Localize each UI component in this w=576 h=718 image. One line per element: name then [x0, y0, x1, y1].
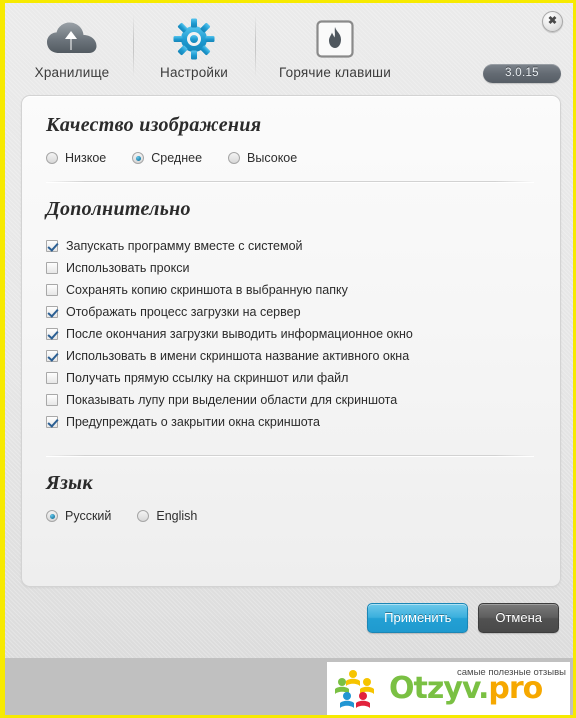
checkbox-icon-show-magnifier [46, 394, 58, 406]
close-button[interactable]: ✖ [542, 11, 563, 32]
toolbar-item-settings-label: Настройки [160, 65, 228, 80]
close-icon: ✖ [547, 15, 558, 27]
settings-window: Хранилище Настройки Горячие клавиши ✖ 3.… [0, 0, 576, 658]
quality-option-high-label: Высокое [247, 151, 298, 165]
version-badge: 3.0.15 [483, 64, 561, 83]
divider-top [46, 181, 534, 182]
option-use-proxy-label: Использовать прокси [66, 261, 190, 275]
option-use-active-window-name[interactable]: Использовать в имени скриншота название … [46, 345, 536, 367]
toolbar-item-settings[interactable]: Настройки [133, 3, 255, 91]
checkbox-icon-info-window-after-upload [46, 328, 58, 340]
option-direct-link[interactable]: Получать прямую ссылку на скриншот или ф… [46, 367, 536, 389]
language-radio-group: Русский English [46, 509, 536, 523]
checkbox-icon-use-proxy [46, 262, 58, 274]
footer-actions: Применить Отмена [5, 587, 573, 649]
option-info-window-after-upload[interactable]: После окончания загрузки выводить информ… [46, 323, 536, 345]
option-use-active-window-name-label: Использовать в имени скриншота название … [66, 349, 410, 363]
logo-text-block: самые полезные отзывы Otzyv.pro [389, 662, 570, 715]
logo-word-orange: pro [488, 671, 543, 706]
toolbar-item-storage-label: Хранилище [34, 65, 110, 80]
option-show-magnifier[interactable]: Показывать лупу при выделении области дл… [46, 389, 536, 411]
option-warn-on-close-label: Предупреждать о закрытии окна скриншота [66, 415, 320, 429]
image-quality-radio-group: Низкое Среднее Высокое [46, 151, 536, 165]
option-save-copy-label: Сохранять копию скриншота в выбранную па… [66, 283, 348, 297]
watermark-strip: самые полезные отзывы Otzyv.pro [0, 658, 576, 718]
image-quality-title: Качество изображения [46, 114, 262, 136]
option-use-proxy[interactable]: Использовать прокси [46, 257, 536, 279]
toolbar-item-hotkeys[interactable]: Горячие клавиши [255, 3, 415, 91]
option-show-upload-progress-label: Отображать процесс загрузки на сервер [66, 305, 301, 319]
checkbox-icon-warn-on-close [46, 416, 58, 428]
quality-option-low[interactable]: Низкое [46, 151, 106, 165]
checkbox-icon-autostart [46, 240, 58, 252]
logo-wordmark: Otzyv.pro [389, 671, 543, 706]
additional-title: Дополнительно [46, 198, 191, 220]
settings-panel: Качество изображения Низкое Среднее Высо… [21, 95, 561, 587]
radio-icon-medium [132, 152, 145, 164]
divider-bottom [46, 455, 534, 456]
option-info-window-after-upload-label: После окончания загрузки выводить информ… [66, 327, 413, 341]
option-direct-link-label: Получать прямую ссылку на скриншот или ф… [66, 371, 349, 385]
quality-option-high[interactable]: Высокое [228, 151, 297, 165]
option-show-upload-progress[interactable]: Отображать процесс загрузки на сервер [46, 301, 536, 323]
language-option-russian-label: Русский [65, 509, 112, 523]
cloud-upload-icon [45, 19, 99, 59]
apply-button[interactable]: Применить [367, 603, 469, 633]
top-toolbar: Хранилище Настройки Горячие клавиши ✖ 3.… [5, 3, 573, 95]
option-autostart-label: Запускать программу вместе с системой [66, 239, 303, 253]
language-option-english-label: English [156, 509, 198, 523]
language-option-english[interactable]: English [137, 509, 197, 523]
quality-option-medium-label: Среднее [151, 151, 203, 165]
radio-icon-low [46, 152, 58, 164]
option-warn-on-close[interactable]: Предупреждать о закрытии окна скриншота [46, 411, 536, 433]
otzyv-logo: самые полезные отзывы Otzyv.pro [327, 662, 570, 715]
flame-icon [315, 19, 355, 59]
people-pinwheel-icon [335, 669, 374, 708]
toolbar-item-storage[interactable]: Хранилище [11, 3, 133, 91]
checkbox-icon-use-active-window-name [46, 350, 58, 362]
option-show-magnifier-label: Показывать лупу при выделении области дл… [66, 393, 398, 407]
quality-option-medium[interactable]: Среднее [132, 151, 202, 165]
radio-icon-high [228, 152, 241, 164]
language-option-russian[interactable]: Русский [46, 509, 111, 523]
checkbox-icon-save-copy [46, 284, 58, 296]
cancel-button[interactable]: Отмена [478, 603, 559, 633]
option-save-copy[interactable]: Сохранять копию скриншота в выбранную па… [46, 279, 536, 301]
checkbox-icon-show-upload-progress [46, 306, 58, 318]
toolbar-item-hotkeys-label: Горячие клавиши [279, 65, 391, 80]
gear-icon [173, 18, 215, 60]
logo-word-green: Otzyv. [389, 671, 489, 706]
quality-option-low-label: Низкое [65, 151, 107, 165]
additional-options-list: Запускать программу вместе с системой Ис… [44, 235, 536, 433]
checkbox-icon-direct-link [46, 372, 58, 384]
option-autostart[interactable]: Запускать программу вместе с системой [46, 235, 536, 257]
radio-icon-english [137, 510, 150, 522]
radio-icon-russian [46, 510, 58, 522]
language-title: Язык [46, 472, 93, 494]
